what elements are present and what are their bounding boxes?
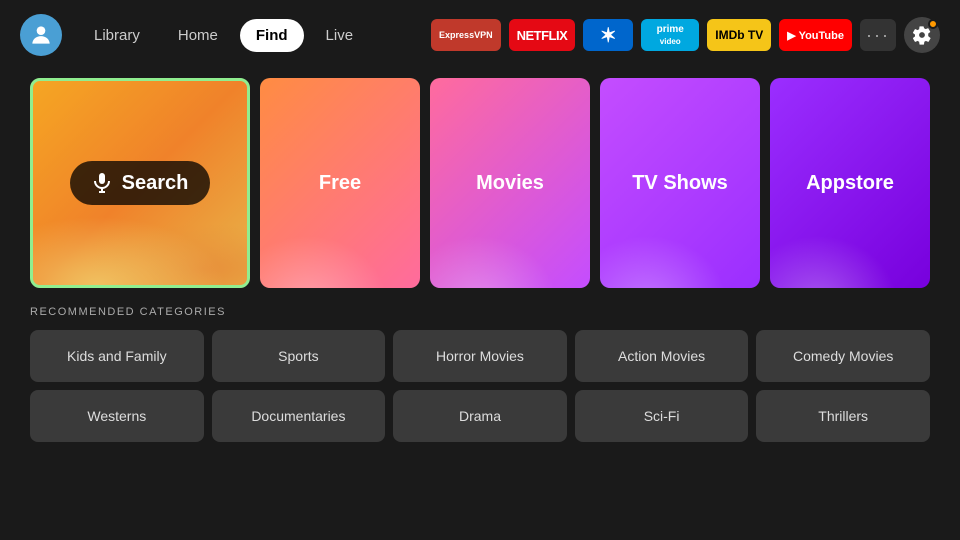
user-avatar[interactable]	[20, 14, 62, 56]
nav-library[interactable]: Library	[78, 19, 156, 52]
prime-video-icon[interactable]: prime video	[641, 19, 699, 51]
rec-westerns[interactable]: Westerns	[30, 390, 204, 442]
imdb-icon[interactable]: IMDb TV	[707, 19, 771, 51]
settings-notification-dot	[928, 19, 938, 29]
tile-wave-decoration	[260, 208, 420, 288]
recommended-row-1: Kids and Family Sports Horror Movies Act…	[30, 330, 930, 382]
nav-find[interactable]: Find	[240, 19, 304, 52]
movies-label: Movies	[476, 172, 544, 195]
recommended-grid: Kids and Family Sports Horror Movies Act…	[30, 330, 930, 442]
more-apps-button[interactable]: ···	[860, 19, 896, 51]
app-shortcuts: ExpressVPN NETFLIX ✶ prime video IMDb TV…	[431, 17, 940, 53]
search-wave-decoration	[33, 205, 247, 285]
search-label: Search	[122, 172, 189, 195]
microphone-icon	[92, 171, 112, 195]
rec-comedy-movies[interactable]: Comedy Movies	[756, 330, 930, 382]
rec-drama[interactable]: Drama	[393, 390, 567, 442]
tile-wave-decoration	[600, 208, 760, 288]
rec-thrillers[interactable]: Thrillers	[756, 390, 930, 442]
tile-wave-decoration	[770, 208, 930, 288]
category-tiles: Search Free Movies TV Shows Appstore	[30, 78, 930, 288]
netflix-icon[interactable]: NETFLIX	[509, 19, 576, 51]
free-tile[interactable]: Free	[260, 78, 420, 288]
rec-horror-movies[interactable]: Horror Movies	[393, 330, 567, 382]
appstore-tile[interactable]: Appstore	[770, 78, 930, 288]
rec-scifi[interactable]: Sci-Fi	[575, 390, 749, 442]
tvshows-tile[interactable]: TV Shows	[600, 78, 760, 288]
expressvpn-icon[interactable]: ExpressVPN	[431, 19, 501, 51]
movies-tile[interactable]: Movies	[430, 78, 590, 288]
search-tile[interactable]: Search	[30, 78, 250, 288]
tile-wave-decoration	[430, 208, 590, 288]
recommended-row-2: Westerns Documentaries Drama Sci-Fi Thri…	[30, 390, 930, 442]
recommended-section: RECOMMENDED CATEGORIES Kids and Family S…	[30, 306, 930, 442]
rec-documentaries[interactable]: Documentaries	[212, 390, 386, 442]
nav-bar: Library Home Find Live	[78, 19, 369, 52]
section-title: RECOMMENDED CATEGORIES	[30, 306, 930, 318]
nav-live[interactable]: Live	[310, 19, 370, 52]
search-button[interactable]: Search	[70, 161, 211, 205]
freewheel-icon[interactable]: ✶	[583, 19, 633, 51]
nav-home[interactable]: Home	[162, 19, 234, 52]
appstore-label: Appstore	[806, 172, 894, 195]
free-label: Free	[319, 172, 361, 195]
main-content: Search Free Movies TV Shows Appstore REC…	[0, 78, 960, 442]
youtube-icon[interactable]: ▶ YouTube	[779, 19, 852, 51]
header: Library Home Find Live ExpressVPN NETFLI…	[0, 0, 960, 70]
tvshows-label: TV Shows	[632, 172, 728, 195]
rec-kids-family[interactable]: Kids and Family	[30, 330, 204, 382]
rec-action-movies[interactable]: Action Movies	[575, 330, 749, 382]
rec-sports[interactable]: Sports	[212, 330, 386, 382]
settings-button[interactable]	[904, 17, 940, 53]
